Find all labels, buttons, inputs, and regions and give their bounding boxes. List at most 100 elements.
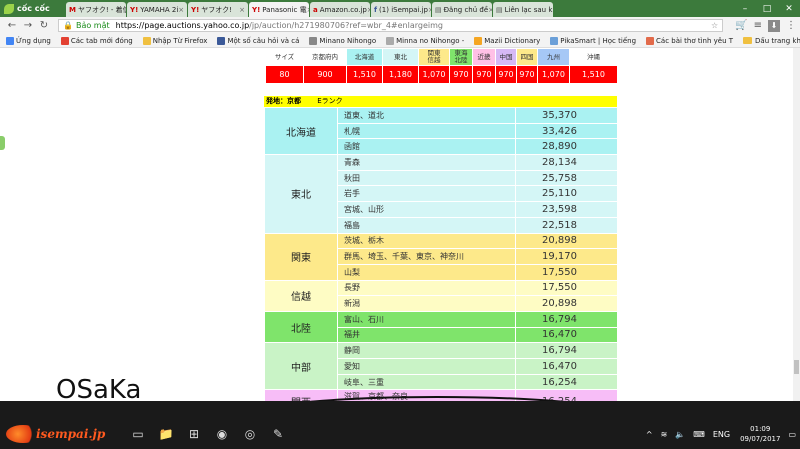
bookmark-item[interactable]: Nhập Từ Firefox (142, 36, 207, 45)
url-host: https://page.auctions.yahoo.co.jp (115, 21, 250, 30)
bookmark-item[interactable]: Một số câu hỏi và cá (217, 36, 300, 45)
bookmark-label: Các tab mới đóng (70, 36, 133, 45)
coccoc-icon[interactable]: ◎ (236, 423, 264, 445)
page-scrollbar[interactable] (793, 48, 800, 401)
page-content: サイズ 京都府内 北海道 東北 関東 信越 東海 北陸 近畿 中国 四国 九州 沖縄 80 900 1,… (0, 48, 800, 401)
bookmark-item[interactable]: Các tab mới đóng (60, 36, 133, 45)
tab-close-icon[interactable]: × (239, 6, 245, 14)
browser-brand-label: cốc cốc (17, 4, 50, 13)
tab-favicon-icon: a (313, 5, 318, 14)
bookmark-item[interactable]: Các bài thơ tình yêu T (646, 36, 733, 45)
tab-label: Panasonic 電 (262, 5, 307, 14)
bookmark-item[interactable]: Mazii Dictionary (474, 36, 541, 45)
bookmark-favicon-icon (386, 36, 395, 45)
minimize-icon[interactable]: – (734, 4, 756, 14)
bookmark-favicon-icon (646, 36, 655, 45)
bookmark-favicon-icon (60, 36, 69, 45)
other-bookmarks[interactable]: Dấu trang khác (743, 37, 800, 45)
file-explorer-icon[interactable]: 📁 (152, 423, 180, 445)
cart-icon[interactable]: 🛒 (735, 20, 747, 31)
back-arrow-icon[interactable]: ← (4, 20, 20, 31)
window-controls: – □ ✕ (734, 0, 800, 17)
bookmark-label: PikaSmart | Học tiếng (560, 36, 637, 45)
browser-tab[interactable]: f (1) iSempai.jp × (371, 2, 431, 17)
browser-tab[interactable]: ▤Liên lạc sau k× (493, 2, 553, 17)
other-bookmarks-label: Dấu trang khác (755, 36, 800, 45)
isempai-swoosh-icon (6, 425, 40, 443)
bookmark-item[interactable]: PikaSmart | Học tiếng (550, 36, 637, 45)
more-icon[interactable]: ⋮ (786, 20, 796, 31)
windows-taskbar: isempai.jp ▭ 📁 ⊞ ◉ ◎ ✎ ^ ≋ 🔈 ⌨ ENG 01:09… (0, 401, 800, 449)
tab-label: ヤフオク! - 着信 (77, 5, 126, 14)
bookmark-favicon-icon (474, 36, 483, 45)
browser-tab[interactable]: Y! ヤフオク! × (188, 2, 248, 17)
tab-close-icon[interactable]: × (428, 6, 431, 14)
browser-brand: cốc cốc (0, 0, 66, 17)
bookmark-favicon-icon (6, 36, 14, 45)
tab-close-icon[interactable]: × (307, 6, 309, 14)
bookmark-label: Minna no Nihongo - (396, 36, 465, 45)
url-input[interactable]: 🔒 Bảo mật https://page.auctions.yahoo.co… (58, 19, 724, 32)
tray-chevron-icon[interactable]: ^ (646, 430, 653, 439)
browser-tab[interactable]: Mヤフオク! - 着信× (66, 2, 126, 17)
bookmark-label: Một số câu hỏi và cá (227, 36, 300, 45)
bookmark-item[interactable]: Minna no Nihongo - (386, 36, 465, 45)
tab-label: Liên lạc sau k (504, 5, 553, 14)
lock-icon: 🔒 (63, 21, 73, 30)
tab-label: Amazon.co.jp (319, 5, 367, 14)
bookmark-item[interactable]: Minano Nihongo (309, 36, 376, 45)
keyboard-icon[interactable]: ⌨ (693, 430, 705, 439)
bookmark-favicon-icon (142, 36, 151, 45)
browser-tab[interactable]: Y! YAMAHA 2i × (127, 2, 187, 17)
bookmark-favicon-icon (309, 36, 318, 45)
wifi-icon[interactable]: ≋ (661, 430, 668, 439)
bookmark-label: Mazii Dictionary (484, 36, 541, 45)
tab-label: YAMAHA 2i (140, 5, 179, 14)
tab-close-icon[interactable]: × (552, 6, 553, 14)
language-indicator[interactable]: ENG (713, 430, 730, 439)
tab-label: (1) iSempai.jp (379, 5, 428, 14)
tab-label: Đăng chủ đề (443, 5, 489, 14)
download-icon[interactable]: ⬇ (768, 19, 780, 32)
watermark-text: isempai.jp (36, 427, 106, 441)
tab-label: ヤフオク! (201, 5, 232, 14)
reload-icon[interactable]: ↻ (36, 20, 52, 31)
scrollbar-thumb[interactable] (794, 360, 799, 374)
tab-favicon-icon: f (374, 5, 378, 14)
tab-favicon-icon: ▤ (496, 5, 503, 14)
browser-tab[interactable]: ▤ Đăng chủ đề × (432, 2, 492, 17)
tab-favicon-icon: ▤ (435, 5, 442, 14)
tab-favicon-icon: Y! (191, 5, 200, 14)
tab-close-icon[interactable]: × (367, 6, 370, 14)
handwritten-annotation: OSaKa (56, 375, 566, 401)
address-bar-row: ← → ↻ 🔒 Bảo mật https://page.auctions.ya… (0, 17, 800, 34)
clock-date: 09/07/2017 (740, 435, 781, 443)
volume-icon[interactable]: 🔈 (675, 430, 685, 439)
bookmark-item[interactable]: Ứng dụng (6, 36, 51, 45)
clock[interactable]: 01:09 09/07/2017 (740, 424, 780, 444)
forward-arrow-icon[interactable]: → (20, 20, 36, 31)
tab-favicon-icon: Y! (252, 5, 261, 14)
menu-icon[interactable]: ≡ (754, 20, 762, 31)
bookmark-star-icon[interactable]: ☆ (711, 21, 718, 30)
coccoc-logo-icon (4, 3, 14, 14)
bookmarks-bar: Ứng dụng Các tab mới đóng Nhập Từ Firefox M… (0, 34, 800, 48)
folder-icon (743, 37, 753, 44)
notification-icon[interactable]: ▭ (788, 430, 796, 439)
tab-favicon-icon: Y! (130, 5, 139, 14)
close-icon[interactable]: ✕ (778, 4, 800, 14)
task-view-icon[interactable]: ▭ (124, 423, 152, 445)
browser-tab[interactable]: a Amazon.co.jp × (310, 2, 370, 17)
system-tray: ^ ≋ 🔈 ⌨ ENG 01:09 09/07/2017 ▭ (638, 419, 796, 449)
maximize-icon[interactable]: □ (756, 4, 778, 14)
osaka-handwriting: OSaKa (56, 375, 141, 401)
store-icon[interactable]: ⊞ (180, 423, 208, 445)
paint-icon[interactable]: ✎ (264, 423, 292, 445)
browser-tab[interactable]: Y!Panasonic 電× (249, 2, 309, 17)
watermark-logo: isempai.jp (0, 419, 120, 449)
chrome-icon[interactable]: ◉ (208, 423, 236, 445)
tab-close-icon[interactable]: × (178, 6, 184, 14)
tab-close-icon[interactable]: × (488, 6, 492, 14)
security-label: Bảo mật (75, 21, 110, 30)
browser-tab-strip: cốc cốc Mヤフオク! - 着信×Y!YAMAHA 2i×Y!ヤフオク!×… (0, 0, 800, 17)
